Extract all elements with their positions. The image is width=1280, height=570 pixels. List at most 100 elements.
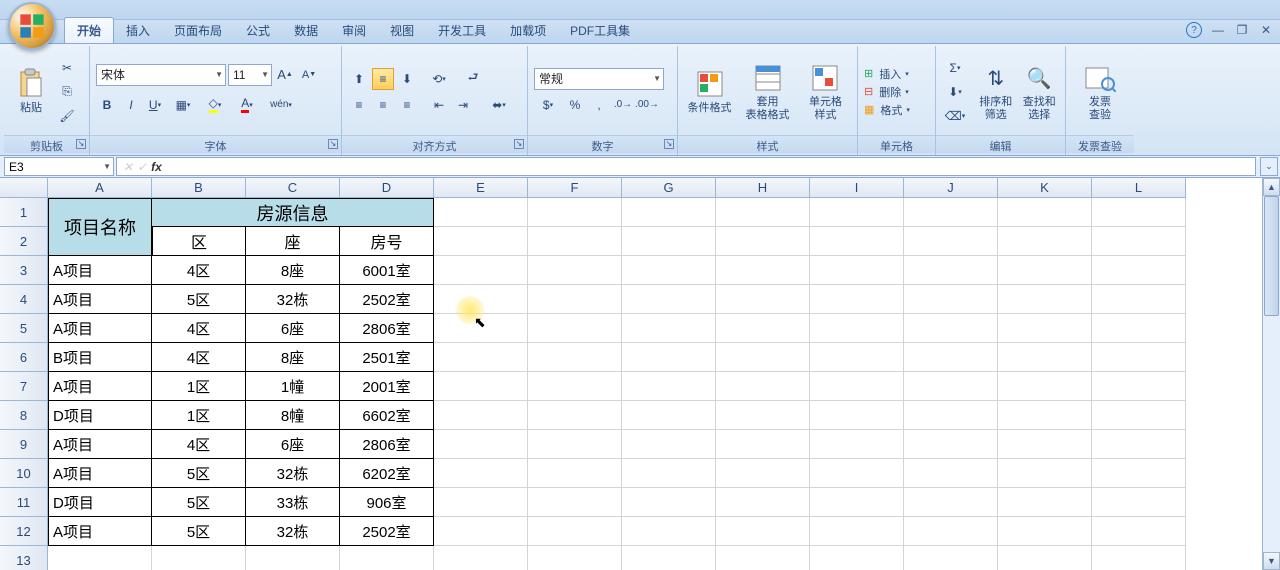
cell-B5[interactable]: 4区: [152, 314, 246, 343]
cell-B13[interactable]: [152, 546, 246, 570]
cell-G10[interactable]: [622, 459, 716, 488]
cell-K8[interactable]: [998, 401, 1092, 430]
name-box-dropdown-icon[interactable]: ▼: [103, 162, 111, 171]
cell-G9[interactable]: [622, 430, 716, 459]
accounting-button[interactable]: $▾: [534, 94, 562, 116]
cell-F1[interactable]: [528, 198, 622, 227]
cell-H10[interactable]: [716, 459, 810, 488]
cell-D2[interactable]: 房号: [340, 227, 434, 256]
col-header-A[interactable]: A: [48, 178, 152, 198]
cell-H7[interactable]: [716, 372, 810, 401]
cell-A10[interactable]: A项目: [48, 459, 152, 488]
cells-area[interactable]: 区座房号A项目4区8座6001室A项目5区32栋2502室A项目4区6座2806…: [48, 198, 1262, 570]
cell-C9[interactable]: 6座: [246, 430, 340, 459]
cell-H8[interactable]: [716, 401, 810, 430]
cell-F4[interactable]: [528, 285, 622, 314]
cell-B11[interactable]: 5区: [152, 488, 246, 517]
cell-B4[interactable]: 5区: [152, 285, 246, 314]
cell-F3[interactable]: [528, 256, 622, 285]
cell-G11[interactable]: [622, 488, 716, 517]
cell-H5[interactable]: [716, 314, 810, 343]
cell-J12[interactable]: [904, 517, 998, 546]
cell-G3[interactable]: [622, 256, 716, 285]
row-header-11[interactable]: 11: [0, 488, 48, 517]
col-header-L[interactable]: L: [1092, 178, 1186, 198]
cell-A8[interactable]: D项目: [48, 401, 152, 430]
cell-B9[interactable]: 4区: [152, 430, 246, 459]
restore-icon[interactable]: ❐: [1234, 22, 1250, 38]
cell-H3[interactable]: [716, 256, 810, 285]
row-header-7[interactable]: 7: [0, 372, 48, 401]
font-dialog-launcher[interactable]: ↘: [328, 139, 338, 149]
cell-K2[interactable]: [998, 227, 1092, 256]
cell-A7[interactable]: A项目: [48, 372, 152, 401]
fill-color-button[interactable]: ◇▾: [200, 94, 230, 116]
font-name-combo[interactable]: 宋体▼: [96, 64, 226, 86]
cell-H2[interactable]: [716, 227, 810, 256]
clear-button[interactable]: ⌫▾: [942, 105, 968, 127]
scroll-down-button[interactable]: ▼: [1263, 552, 1280, 570]
cell-I5[interactable]: [810, 314, 904, 343]
cell-K5[interactable]: [998, 314, 1092, 343]
cell-J13[interactable]: [904, 546, 998, 570]
cell-F2[interactable]: [528, 227, 622, 256]
underline-button[interactable]: U▾: [144, 94, 166, 116]
cell-L6[interactable]: [1092, 343, 1186, 372]
align-middle-button[interactable]: ≡: [372, 68, 394, 90]
cell-I3[interactable]: [810, 256, 904, 285]
cell-L1[interactable]: [1092, 198, 1186, 227]
tab-开发工具[interactable]: 开发工具: [426, 18, 498, 43]
cancel-formula-icon[interactable]: ✕: [123, 160, 133, 174]
tab-数据[interactable]: 数据: [282, 18, 330, 43]
wrap-text-button[interactable]: ⮐: [460, 68, 486, 90]
cell-I13[interactable]: [810, 546, 904, 570]
comma-button[interactable]: ,: [588, 94, 610, 116]
cell-F5[interactable]: [528, 314, 622, 343]
row-header-10[interactable]: 10: [0, 459, 48, 488]
cell-F6[interactable]: [528, 343, 622, 372]
cell-I2[interactable]: [810, 227, 904, 256]
cell-G1[interactable]: [622, 198, 716, 227]
orientation-button[interactable]: ⟲▾: [428, 68, 450, 90]
increase-indent-button[interactable]: ⇥: [452, 94, 474, 116]
sort-filter-button[interactable]: ⇅ 排序和 筛选: [976, 48, 1016, 135]
cell-L5[interactable]: [1092, 314, 1186, 343]
cell-F10[interactable]: [528, 459, 622, 488]
row-header-8[interactable]: 8: [0, 401, 48, 430]
cell-E7[interactable]: [434, 372, 528, 401]
office-button[interactable]: [8, 2, 56, 50]
row-header-3[interactable]: 3: [0, 256, 48, 285]
number-format-combo[interactable]: 常规▼: [534, 68, 664, 90]
phonetic-button[interactable]: wén▾: [264, 94, 298, 116]
cell-F9[interactable]: [528, 430, 622, 459]
cell-J3[interactable]: [904, 256, 998, 285]
cell-A11[interactable]: D项目: [48, 488, 152, 517]
increase-font-button[interactable]: A▲: [274, 64, 296, 86]
cell-E12[interactable]: [434, 517, 528, 546]
cell-J5[interactable]: [904, 314, 998, 343]
cell-I6[interactable]: [810, 343, 904, 372]
cell-C11[interactable]: 33栋: [246, 488, 340, 517]
cell-B6[interactable]: 4区: [152, 343, 246, 372]
cell-E13[interactable]: [434, 546, 528, 570]
merge-button[interactable]: ⬌▾: [484, 94, 514, 116]
cell-B10[interactable]: 5区: [152, 459, 246, 488]
row-header-4[interactable]: 4: [0, 285, 48, 314]
cell-K1[interactable]: [998, 198, 1092, 227]
cell-F11[interactable]: [528, 488, 622, 517]
cell-E2[interactable]: [434, 227, 528, 256]
cell-I7[interactable]: [810, 372, 904, 401]
cell-F13[interactable]: [528, 546, 622, 570]
cell-I8[interactable]: [810, 401, 904, 430]
format-cells-button[interactable]: ▦格式▾: [864, 102, 929, 118]
cell-D3[interactable]: 6001室: [340, 256, 434, 285]
italic-button[interactable]: I: [120, 94, 142, 116]
col-header-B[interactable]: B: [152, 178, 246, 198]
cell-I12[interactable]: [810, 517, 904, 546]
invoice-check-button[interactable]: 发票 查验: [1072, 48, 1128, 135]
cell-K11[interactable]: [998, 488, 1092, 517]
cell-L2[interactable]: [1092, 227, 1186, 256]
close-icon[interactable]: ✕: [1258, 22, 1274, 38]
cell-D13[interactable]: [340, 546, 434, 570]
border-button[interactable]: ▦▾: [168, 94, 198, 116]
